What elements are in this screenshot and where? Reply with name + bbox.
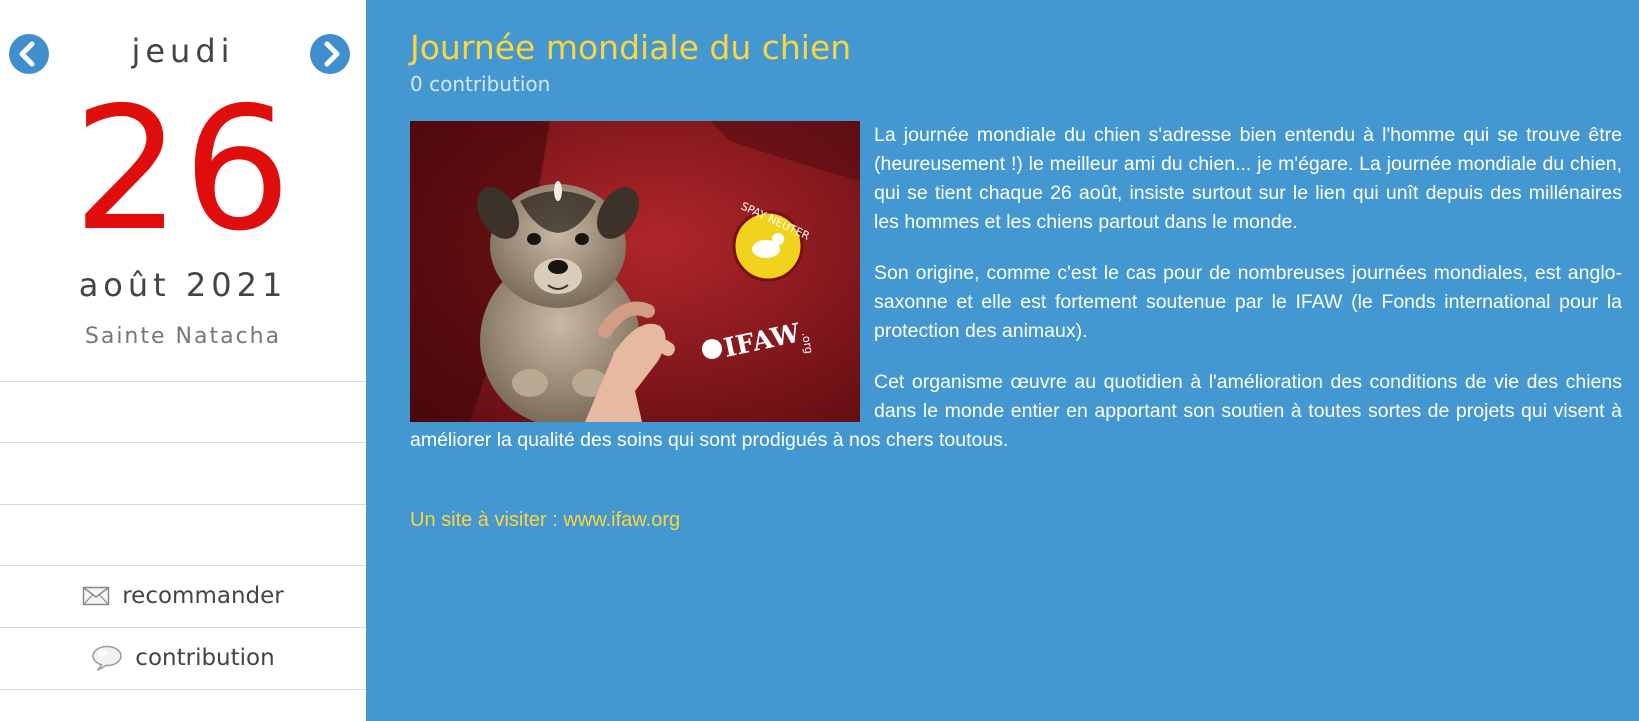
contribution-label: contribution	[135, 645, 275, 671]
speech-bubble-icon	[92, 645, 123, 671]
article-photo: SPAY NEUTER IFAW .org	[410, 121, 860, 422]
empty-row	[0, 443, 366, 504]
article-panel: Journée mondiale du chien 0 contribution…	[366, 0, 1639, 721]
contribution-button[interactable]: contribution	[0, 628, 366, 689]
next-day-button[interactable]	[310, 34, 350, 74]
empty-row	[0, 382, 366, 443]
contribution-count-link[interactable]: 0 contribution	[410, 72, 550, 96]
recommend-label: recommander	[122, 583, 284, 609]
visit-line: Un site à visiter : www.ifaw.org	[410, 509, 680, 532]
recommend-button[interactable]: recommander	[0, 566, 366, 627]
empty-row	[0, 505, 366, 566]
saint-of-the-day: Sainte Natacha	[84, 324, 282, 349]
envelope-icon	[82, 586, 110, 606]
article-title: Journée mondiale du chien	[410, 28, 852, 67]
chevron-right-icon	[324, 41, 340, 67]
visit-prefix: Un site à visiter :	[410, 509, 564, 531]
day-number: 26	[72, 71, 294, 269]
page: jeudi 26 août 2021 Sainte Natacha recomm…	[0, 0, 1639, 721]
date-sidebar: jeudi 26 août 2021 Sainte Natacha recomm…	[0, 0, 366, 721]
month-year-label: août 2021	[78, 266, 288, 304]
divider	[0, 689, 366, 690]
ifaw-website-link[interactable]: www.ifaw.org	[563, 509, 680, 531]
puppy-photo-illustration: SPAY NEUTER IFAW .org	[410, 121, 860, 422]
